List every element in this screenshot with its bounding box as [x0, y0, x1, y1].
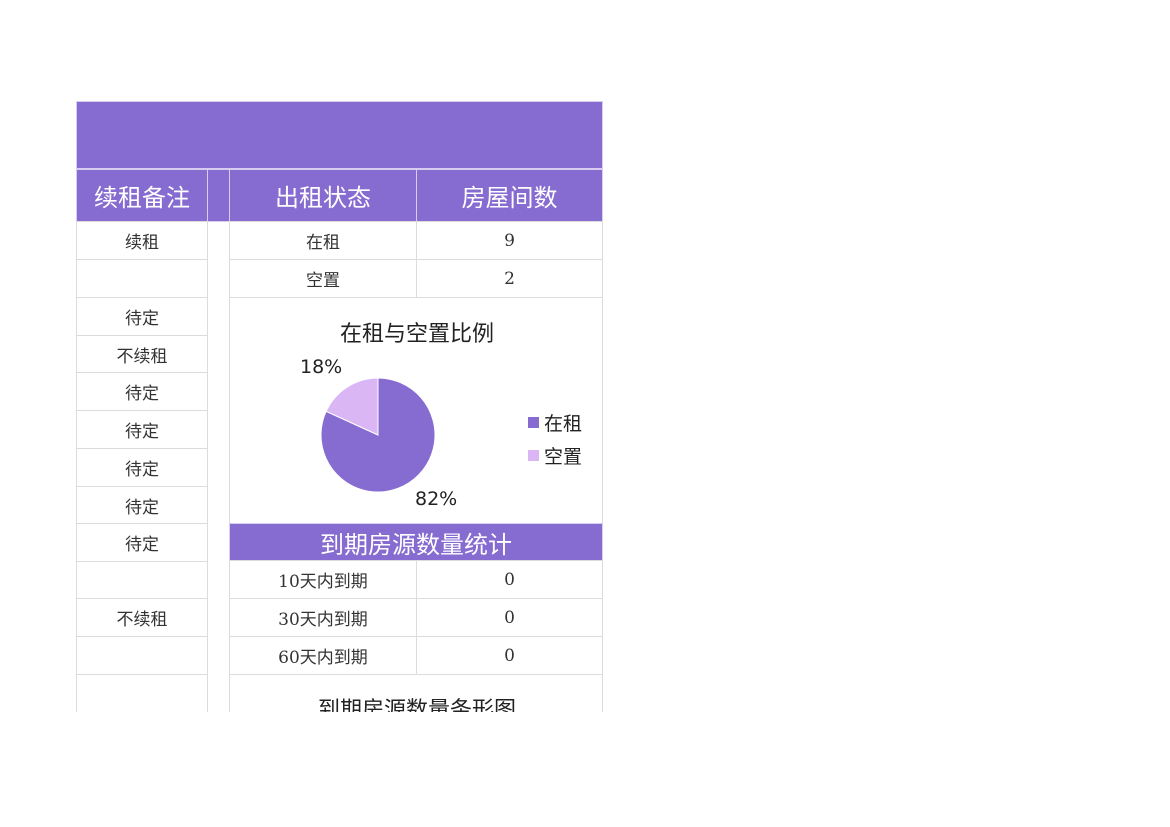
renewal-note-cell [76, 636, 208, 675]
title-band [76, 101, 603, 169]
renewal-note-cell: 待定 [76, 372, 208, 411]
expiry-label: 30天内到期 [229, 598, 417, 637]
status-cell: 空置 [229, 259, 417, 298]
legend-swatch-icon [528, 417, 539, 428]
renewal-note-cell: 不续租 [76, 335, 208, 373]
expiry-label: 60天内到期 [229, 636, 417, 675]
header-gutter [207, 169, 230, 222]
pie-chart-area[interactable]: 在租与空置比例 18% 82% 在租 空置 [229, 297, 603, 524]
pie-label-rented: 82% [415, 488, 458, 510]
renewal-note-cell: 不续租 [76, 598, 208, 637]
bar-chart-area[interactable]: 到期房源数量条形图 [229, 674, 603, 712]
spreadsheet-view: 续租备注 出租状态 房屋间数 续租 待定 不续租 待定 待定 待定 待定 待定 不续租 在租 9… [0, 0, 1170, 712]
renewal-note-cell [76, 674, 208, 712]
header-room-count: 房屋间数 [416, 169, 603, 222]
renewal-note-cell [76, 561, 208, 599]
count-cell: 9 [416, 221, 603, 260]
header-rent-status: 出租状态 [229, 169, 417, 222]
status-cell: 在租 [229, 221, 417, 260]
renewal-note-cell [76, 259, 208, 298]
renewal-note-cell: 待定 [76, 523, 208, 562]
pie-label-vacant: 18% [300, 356, 343, 378]
count-cell: 2 [416, 259, 603, 298]
legend-item-vacant[interactable]: 空置 [528, 439, 582, 472]
renewal-note-cell: 待定 [76, 297, 208, 336]
pie-legend: 在租 空置 [528, 406, 582, 472]
renewal-note-cell: 待定 [76, 410, 208, 449]
expiry-value: 0 [416, 560, 603, 599]
expiry-section-title: 到期房源数量统计 [229, 523, 603, 561]
bar-chart-title: 到期房源数量条形图 [317, 698, 516, 712]
renewal-note-cell: 待定 [76, 486, 208, 524]
expiry-label: 10天内到期 [229, 560, 417, 599]
gutter-column [207, 222, 230, 712]
expiry-value: 0 [416, 598, 603, 637]
legend-item-rented[interactable]: 在租 [528, 406, 582, 439]
header-renewal-note: 续租备注 [76, 169, 208, 222]
renewal-note-cell: 续租 [76, 221, 208, 260]
renewal-note-cell: 待定 [76, 448, 208, 487]
legend-swatch-icon [528, 450, 539, 461]
expiry-value: 0 [416, 636, 603, 675]
